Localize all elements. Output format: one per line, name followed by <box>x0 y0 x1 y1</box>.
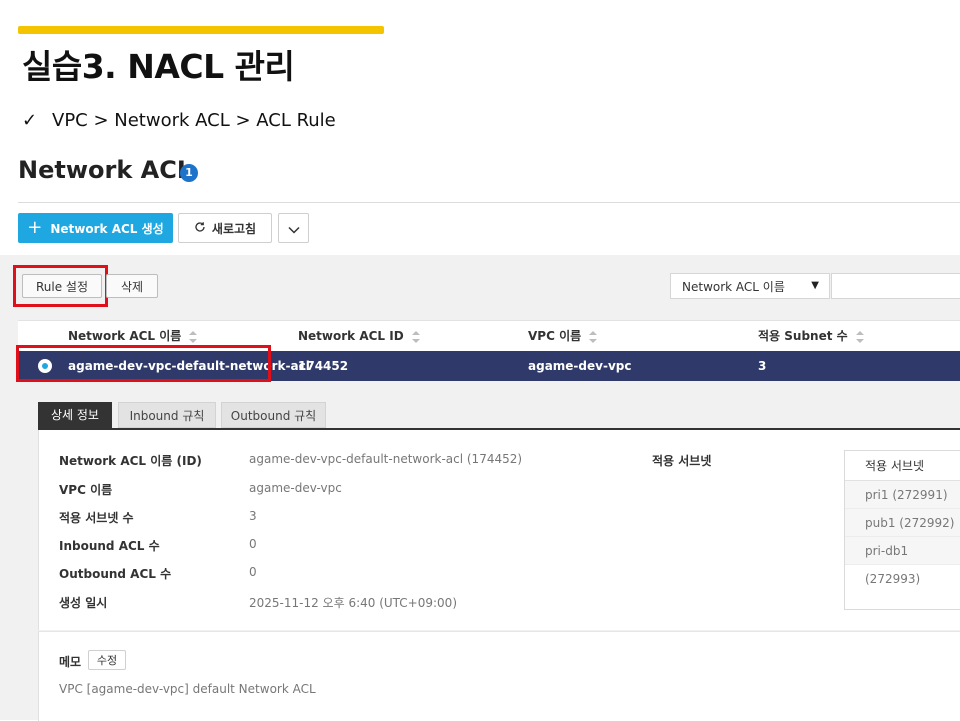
check-icon: ✓ <box>22 110 38 131</box>
dropdown-arrow-icon: ▼ <box>811 280 819 291</box>
column-header-vpc-name[interactable]: VPC 이름 <box>528 321 598 351</box>
subnet-section-heading: 적용 서브넷 <box>652 454 712 468</box>
cell-vpc-name: agame-dev-vpc <box>528 359 632 373</box>
detail-label-subnet-count: 적용 서브넷 수 <box>59 511 134 525</box>
refresh-button[interactable]: 새로고침 <box>178 213 272 243</box>
more-options-button[interactable] <box>278 213 309 243</box>
subnet-table: 적용 서브넷 pri1 (272991) pub1 (272992) pri-d… <box>844 450 960 610</box>
create-network-acl-button[interactable]: + Network ACL 생성 <box>18 213 173 243</box>
plus-icon: + <box>27 217 43 238</box>
detail-label-outbound-acl: Outbound ACL 수 <box>59 567 172 581</box>
detail-label-created-at: 생성 일시 <box>59 596 108 610</box>
column-header-acl-id[interactable]: Network ACL ID <box>298 321 420 351</box>
highlight-box-selected-row <box>16 345 271 382</box>
detail-value-created-at: 2025-11-12 오후 6:40 (UTC+09:00) <box>249 596 457 610</box>
subnet-table-header: 적용 서브넷 <box>845 451 960 481</box>
filter-select-value: Network ACL 이름 <box>682 279 785 294</box>
detail-label-acl-name: Network ACL 이름 (ID) <box>59 454 202 468</box>
chevron-down-icon <box>287 219 300 238</box>
sort-icon <box>589 330 598 343</box>
search-input[interactable] <box>831 273 960 299</box>
tab-outbound-rules[interactable]: Outbound 규칙 <box>221 402 326 428</box>
sort-icon <box>411 330 420 343</box>
subnet-row: pri-db1 (272993) <box>845 537 960 586</box>
divider <box>18 202 960 203</box>
sort-icon <box>855 330 864 343</box>
info-badge-icon[interactable]: 1 <box>180 164 198 182</box>
memo-label: 메모 <box>59 655 82 669</box>
subnet-row: pub1 (272992) <box>845 509 960 537</box>
detail-value-subnet-count: 3 <box>249 509 257 523</box>
detail-label-vpc-name: VPC 이름 <box>59 483 113 497</box>
subnet-row: pri1 (272991) <box>845 481 960 509</box>
refresh-label: 새로고침 <box>211 221 257 236</box>
delete-button[interactable]: 삭제 <box>106 274 158 298</box>
detail-value-vpc-name: agame-dev-vpc <box>249 481 342 495</box>
tab-details[interactable]: 상세 정보 <box>38 402 112 428</box>
sort-icon <box>189 330 198 343</box>
detail-value-acl-name: agame-dev-vpc-default-network-acl (17445… <box>249 452 523 466</box>
create-network-acl-label: Network ACL 생성 <box>50 221 164 236</box>
highlight-box-rule-settings <box>13 265 108 307</box>
memo-panel <box>38 631 960 721</box>
filter-select[interactable]: Network ACL 이름 ▼ <box>670 273 830 299</box>
breadcrumb-text: VPC > Network ACL > ACL Rule <box>52 110 336 131</box>
detail-value-outbound-acl: 0 <box>249 565 257 579</box>
memo-edit-button[interactable]: 수정 <box>88 650 126 670</box>
slide-title: 실습3. NACL 관리 <box>22 47 295 86</box>
tab-inbound-rules[interactable]: Inbound 규칙 <box>118 402 216 428</box>
cell-acl-id: 174452 <box>298 359 349 373</box>
memo-text: VPC [agame-dev-vpc] default Network ACL <box>59 682 316 696</box>
column-header-subnet-count[interactable]: 적용 Subnet 수 <box>758 321 864 351</box>
detail-label-inbound-acl: Inbound ACL 수 <box>59 539 160 553</box>
breadcrumb: ✓ VPC > Network ACL > ACL Rule <box>22 110 336 131</box>
accent-bar <box>18 26 384 34</box>
page-title: Network ACL <box>18 156 193 184</box>
refresh-icon <box>194 221 206 236</box>
detail-value-inbound-acl: 0 <box>249 537 257 551</box>
cell-subnet-count: 3 <box>758 359 767 373</box>
